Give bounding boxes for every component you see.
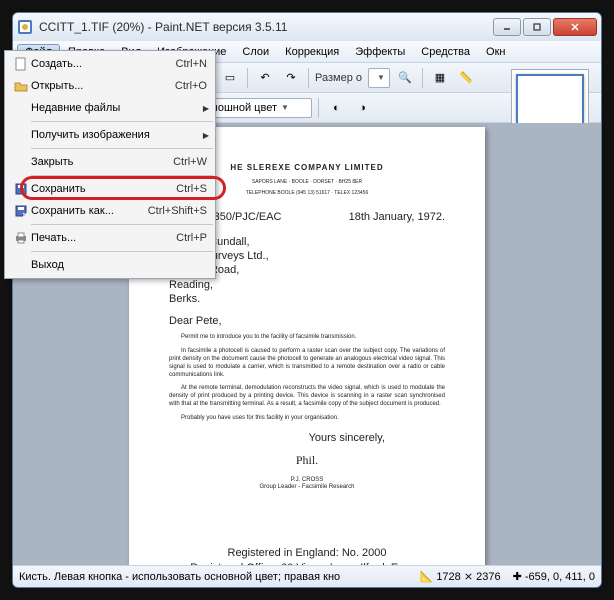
menu-close[interactable]: ЗакрытьCtrl+W xyxy=(7,151,213,173)
zoom-button[interactable]: 🔍 xyxy=(394,67,416,89)
doc-p3: At the remote terminal, demodulation rec… xyxy=(169,385,445,408)
close-button[interactable] xyxy=(553,18,597,36)
menu-acquire[interactable]: Получить изображения▶ xyxy=(7,124,213,146)
titlebar[interactable]: CCITT_1.TIF (20%) - Paint.NET версия 3.5… xyxy=(13,13,601,41)
menu-exit[interactable]: Выход xyxy=(7,254,213,276)
size-dropdown[interactable]: ▼ xyxy=(368,68,390,88)
statusbar: Кисть. Левая кнопка - использовать основ… xyxy=(13,565,601,587)
size-label: Размер о xyxy=(315,72,362,84)
ruler-button[interactable]: 📏 xyxy=(455,67,477,89)
menu-new[interactable]: Создать...Ctrl+N xyxy=(7,53,213,75)
saveas-icon xyxy=(11,204,31,218)
menu-save[interactable]: СохранитьCtrl+S xyxy=(7,178,213,200)
status-dimensions: 📐 1728 ⨯ 2376 xyxy=(420,570,501,583)
app-icon xyxy=(17,19,33,35)
redo-button[interactable]: ↷ xyxy=(280,67,302,89)
undo-button[interactable]: ↶ xyxy=(254,67,276,89)
blend-button[interactable]: ◑ xyxy=(351,97,373,119)
grid-button[interactable]: ▦ xyxy=(429,67,451,89)
doc-signature: Phil. xyxy=(169,453,445,469)
menu-print[interactable]: Печать...Ctrl+P xyxy=(7,227,213,249)
menu-effects[interactable]: Эффекты xyxy=(347,44,413,60)
doc-p4: Probably you have uses for this facility… xyxy=(169,415,445,423)
window-title: CCITT_1.TIF (20%) - Paint.NET версия 3.5… xyxy=(39,20,493,34)
new-icon xyxy=(11,57,31,71)
minimize-button[interactable] xyxy=(493,18,521,36)
menu-tools[interactable]: Средства xyxy=(413,44,478,60)
menu-layers[interactable]: Слои xyxy=(234,44,277,60)
menu-window[interactable]: Окн xyxy=(478,44,513,60)
antialias-button[interactable]: ◐ xyxy=(325,97,347,119)
file-menu-popup: Создать...Ctrl+N Открыть...Ctrl+O Недавн… xyxy=(4,50,216,279)
maximize-button[interactable] xyxy=(523,18,551,36)
status-coords: ✚ -659, 0, 411, 0 xyxy=(513,570,595,583)
menu-saveas[interactable]: Сохранить как...Ctrl+Shift+S xyxy=(7,200,213,222)
doc-greeting: Dear Pete, xyxy=(169,314,445,328)
doc-role: Group Leader - Facsimile Research xyxy=(169,484,445,492)
menu-adjust[interactable]: Коррекция xyxy=(277,44,347,60)
deselect-button[interactable]: ▭ xyxy=(219,67,241,89)
status-tool-hint: Кисть. Левая кнопка - использовать основ… xyxy=(19,571,408,583)
save-icon xyxy=(11,182,31,196)
print-icon xyxy=(11,231,31,245)
doc-closing: Yours sincerely, xyxy=(169,431,385,445)
menu-recent[interactable]: Недавние файлы▶ xyxy=(7,97,213,119)
doc-p1: Permit me to introduce you to the facili… xyxy=(169,334,445,342)
menu-open[interactable]: Открыть...Ctrl+O xyxy=(7,75,213,97)
doc-date: 18th January, 1972. xyxy=(349,210,445,224)
open-icon xyxy=(11,79,31,93)
doc-p2: In facsimile a photocell is caused to pe… xyxy=(169,348,445,379)
doc-name: P.J. CROSS xyxy=(169,477,445,485)
